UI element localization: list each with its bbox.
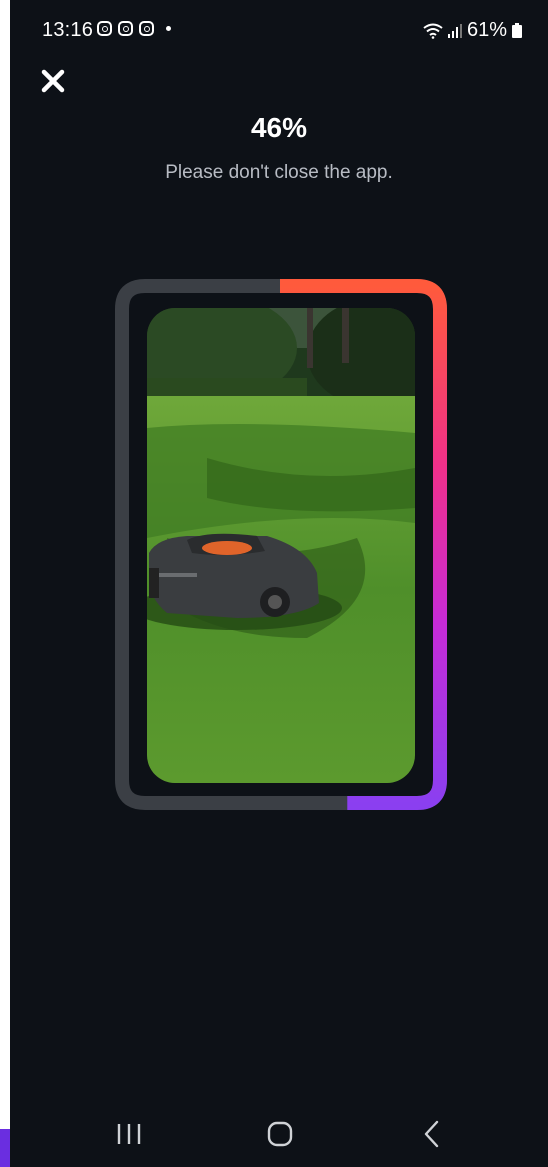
- signal-icon: [447, 23, 462, 38]
- home-icon: [267, 1121, 293, 1147]
- back-icon: [424, 1120, 439, 1148]
- recents-icon: [117, 1124, 141, 1144]
- status-bar: 13:16 61%: [10, 0, 548, 62]
- recents-button[interactable]: [109, 1116, 149, 1152]
- progress-percent: 46%: [250, 112, 308, 143]
- close-icon: [41, 69, 65, 93]
- progress-message: Please don't close the app.: [165, 162, 393, 183]
- screen: 13:16 61% 46% Please don't close the app…: [10, 0, 548, 1167]
- home-button[interactable]: [260, 1116, 300, 1152]
- notification-icons: [97, 21, 171, 36]
- left-accent-bar: [0, 1129, 10, 1167]
- instagram-icon: [97, 21, 112, 36]
- instagram-icon: [139, 21, 154, 36]
- battery-percent: 61%: [466, 19, 507, 41]
- back-button[interactable]: [413, 1116, 453, 1152]
- more-notifications-dot: [166, 26, 171, 31]
- status-time: 13:16: [42, 19, 94, 41]
- mower-photo: [147, 308, 415, 783]
- navigation-bar: [10, 1100, 548, 1167]
- status-right: 61%: [423, 19, 522, 42]
- instagram-icon: [118, 21, 133, 36]
- battery-icon: [512, 23, 522, 38]
- wifi-icon: [423, 23, 443, 39]
- close-button[interactable]: [36, 64, 70, 98]
